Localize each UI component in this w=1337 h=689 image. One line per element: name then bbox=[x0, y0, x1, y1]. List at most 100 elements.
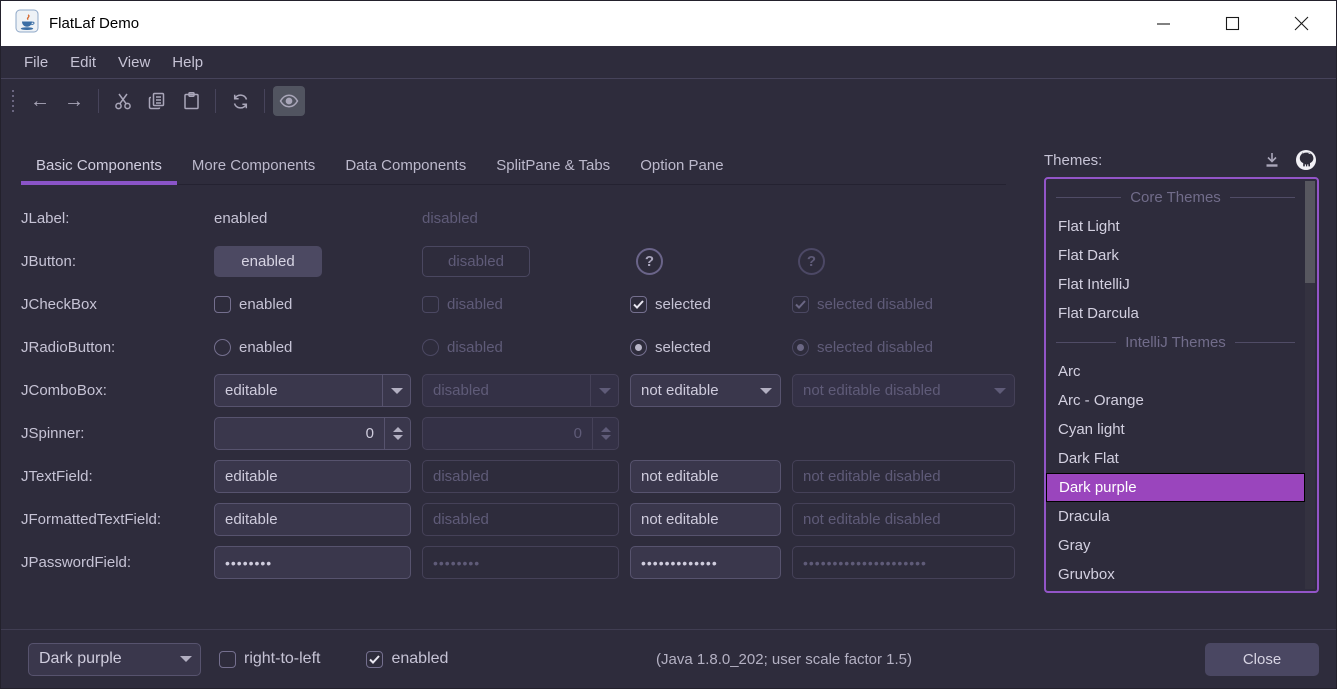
help-button[interactable]: ? bbox=[636, 248, 663, 275]
textfield-editable[interactable]: editable bbox=[214, 460, 411, 493]
theme-item-flat-light[interactable]: Flat Light bbox=[1046, 212, 1305, 241]
row-label: JSpinner: bbox=[21, 425, 203, 442]
github-icon[interactable] bbox=[1293, 147, 1319, 173]
minimize-button[interactable] bbox=[1129, 1, 1198, 46]
spinner-enabled[interactable]: 0 bbox=[214, 417, 411, 450]
back-button[interactable]: ← bbox=[24, 86, 56, 116]
combobox-not-editable-disabled: not editable disabled bbox=[792, 374, 1015, 407]
maximize-button[interactable] bbox=[1198, 1, 1267, 46]
chevron-down-icon[interactable] bbox=[382, 375, 410, 406]
spinner-up-icon bbox=[393, 427, 403, 432]
theme-item-flat-darcula[interactable]: Flat Darcula bbox=[1046, 299, 1305, 328]
theme-item-arc[interactable]: Arc bbox=[1046, 357, 1305, 386]
right-to-left-checkbox[interactable]: right-to-left bbox=[219, 650, 320, 668]
password-disabled: •••••••• bbox=[422, 546, 619, 579]
password-not-editable[interactable]: ••••••••••••• bbox=[630, 546, 781, 579]
content-area: Basic Components More Components Data Co… bbox=[1, 123, 1336, 593]
scrollbar-track[interactable] bbox=[1305, 181, 1315, 589]
tab-basic-components[interactable]: Basic Components bbox=[21, 147, 177, 184]
menu-help[interactable]: Help bbox=[161, 54, 214, 71]
jcombobox-row: JComboBox: editable disabled not editabl… bbox=[21, 369, 1006, 412]
theme-item-flat-intellij[interactable]: Flat IntelliJ bbox=[1046, 270, 1305, 299]
themes-panel: Themes: Core Themes bbox=[1044, 147, 1319, 593]
toolbar-separator bbox=[264, 89, 265, 113]
row-label: JButton: bbox=[21, 253, 203, 270]
theme-item-flat-dark[interactable]: Flat Dark bbox=[1046, 241, 1305, 270]
checkbox-icon bbox=[219, 651, 236, 668]
help-button-disabled: ? bbox=[798, 248, 825, 275]
theme-item-dracula[interactable]: Dracula bbox=[1046, 502, 1305, 531]
spinner-up-icon bbox=[601, 427, 611, 432]
enabled-button[interactable]: enabled bbox=[214, 246, 322, 277]
password-not-editable-disabled: ••••••••••••••••••••• bbox=[792, 546, 1015, 579]
password-editable[interactable]: •••••••• bbox=[214, 546, 411, 579]
enabled-checkbox[interactable]: enabled bbox=[366, 650, 448, 668]
laf-combobox[interactable]: Dark purple bbox=[28, 643, 201, 676]
checkbox-selected[interactable]: selected bbox=[630, 296, 781, 313]
status-text: (Java 1.8.0_202; user scale factor 1.5) bbox=[656, 651, 912, 668]
checkbox-enabled[interactable]: enabled bbox=[214, 296, 411, 313]
toolbar: ← → bbox=[1, 79, 1336, 123]
show-eye-toggle[interactable] bbox=[273, 86, 305, 116]
themes-label: Themes: bbox=[1044, 152, 1102, 169]
list-separator-core: Core Themes bbox=[1046, 183, 1305, 212]
checkbox-icon bbox=[422, 296, 439, 313]
cut-button[interactable] bbox=[107, 86, 139, 116]
menubar: File Edit View Help bbox=[1, 46, 1336, 79]
paste-button[interactable] bbox=[175, 86, 207, 116]
jformattedtextfield-row: JFormattedTextField: editable disabled n… bbox=[21, 498, 1006, 541]
jcheckbox-row: JCheckBox enabled disabled selected bbox=[21, 283, 1006, 326]
copy-button[interactable] bbox=[141, 86, 173, 116]
download-icon[interactable] bbox=[1259, 147, 1285, 173]
tab-data-components[interactable]: Data Components bbox=[330, 147, 481, 184]
formatted-not-editable[interactable]: not editable bbox=[630, 503, 781, 536]
jradiobutton-row: JRadioButton: enabled disabled selected bbox=[21, 326, 1006, 369]
close-button[interactable]: Close bbox=[1205, 643, 1319, 676]
window-title: FlatLaf Demo bbox=[49, 15, 139, 32]
tab-more-components[interactable]: More Components bbox=[177, 147, 330, 184]
close-window-button[interactable] bbox=[1267, 1, 1336, 46]
toolbar-grip[interactable] bbox=[11, 90, 15, 112]
menu-file[interactable]: File bbox=[13, 54, 59, 71]
combobox-disabled: disabled bbox=[422, 374, 619, 407]
jbutton-row: JButton: enabled disabled ? ? bbox=[21, 240, 1006, 283]
titlebar: FlatLaf Demo bbox=[1, 1, 1336, 46]
radio-disabled: disabled bbox=[422, 339, 619, 356]
theme-item-arc-orange[interactable]: Arc - Orange bbox=[1046, 386, 1305, 415]
radio-selected[interactable]: selected bbox=[630, 339, 781, 356]
menu-view[interactable]: View bbox=[107, 54, 161, 71]
theme-item-dark-flat[interactable]: Dark Flat bbox=[1046, 444, 1305, 473]
tab-splitpane-tabs[interactable]: SplitPane & Tabs bbox=[481, 147, 625, 184]
menu-edit[interactable]: Edit bbox=[59, 54, 107, 71]
combobox-not-editable[interactable]: not editable bbox=[630, 374, 781, 407]
spinner-arrows[interactable] bbox=[384, 418, 410, 449]
theme-item-cyan-light[interactable]: Cyan light bbox=[1046, 415, 1305, 444]
chevron-down-icon[interactable] bbox=[172, 644, 200, 675]
row-label: JCheckBox bbox=[21, 296, 203, 313]
jpasswordfield-row: JPasswordField: •••••••• •••••••• ••••••… bbox=[21, 541, 1006, 584]
spinner-arrows bbox=[592, 418, 618, 449]
refresh-button[interactable] bbox=[224, 86, 256, 116]
combobox-editable[interactable]: editable bbox=[214, 374, 411, 407]
chevron-down-icon bbox=[590, 375, 618, 406]
checkbox-checked-icon bbox=[630, 296, 647, 313]
formatted-not-editable-disabled: not editable disabled bbox=[792, 503, 1015, 536]
chevron-down-icon bbox=[986, 375, 1014, 406]
checkbox-checked-icon bbox=[366, 651, 383, 668]
spinner-down-icon bbox=[393, 435, 403, 440]
theme-item-gruvbox[interactable]: Gruvbox bbox=[1046, 560, 1305, 589]
theme-item-dark-purple[interactable]: Dark purple bbox=[1046, 473, 1305, 502]
row-label: JPasswordField: bbox=[21, 554, 203, 571]
row-label: JLabel: bbox=[21, 210, 203, 227]
tab-option-pane[interactable]: Option Pane bbox=[625, 147, 738, 184]
scrollbar-thumb[interactable] bbox=[1305, 181, 1315, 283]
textfield-not-editable[interactable]: not editable bbox=[630, 460, 781, 493]
theme-item-gray[interactable]: Gray bbox=[1046, 531, 1305, 560]
radio-enabled[interactable]: enabled bbox=[214, 339, 411, 356]
formatted-editable[interactable]: editable bbox=[214, 503, 411, 536]
chevron-down-icon[interactable] bbox=[752, 375, 780, 406]
radio-selected-icon bbox=[630, 339, 647, 356]
forward-button[interactable]: → bbox=[58, 86, 90, 116]
app-window: FlatLaf Demo File Edit View Help ← → bbox=[0, 0, 1337, 689]
components-panel: Basic Components More Components Data Co… bbox=[21, 147, 1006, 593]
